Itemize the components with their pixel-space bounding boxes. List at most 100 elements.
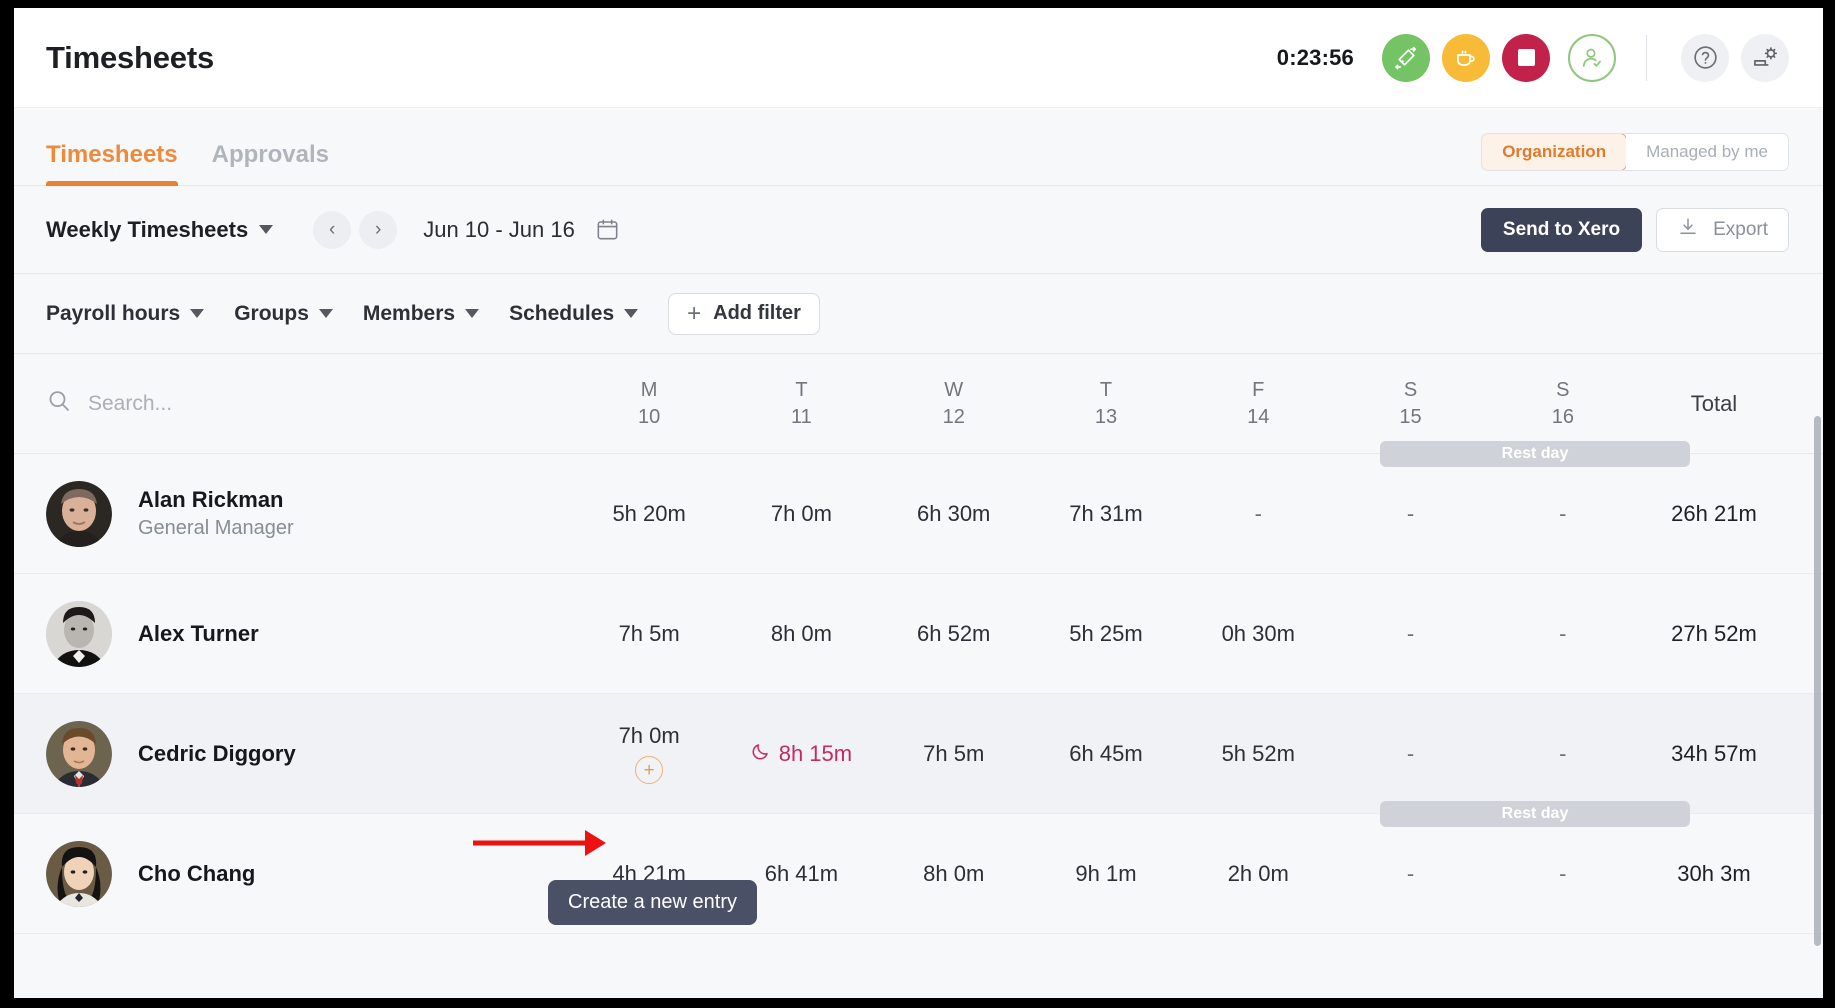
top-bar: Timesheets 0:23:56	[14, 8, 1823, 108]
day-hours[interactable]: -	[1487, 741, 1639, 767]
help-icon[interactable]	[1681, 33, 1729, 82]
user-check-icon[interactable]	[1568, 33, 1616, 82]
member-info: Cho Chang	[138, 859, 255, 889]
day-of-month: 16	[1551, 405, 1574, 428]
avatar	[46, 720, 112, 787]
day-hours[interactable]: 5h 25m	[1030, 621, 1182, 647]
send-to-xero-button[interactable]: Send to Xero	[1480, 207, 1643, 252]
day-hours-value: 7h 0m	[618, 723, 680, 748]
tab-list: Timesheets Approvals	[46, 141, 329, 186]
day-of-month: 15	[1399, 405, 1422, 428]
day-hours[interactable]: 7h 5m	[573, 621, 725, 647]
running-timer: 0:23:56	[1276, 44, 1354, 70]
day-hours[interactable]: -	[1487, 621, 1639, 647]
row-total: 27h 52m	[1671, 620, 1757, 646]
filter-label: Groups	[234, 301, 309, 325]
create-entry-button[interactable]: +	[635, 756, 664, 784]
day-of-month: 14	[1247, 405, 1270, 428]
controls-actions: Send to Xero Export	[1480, 207, 1789, 252]
create-entry-tooltip: Create a new entry	[548, 880, 757, 925]
day-hours[interactable]: -	[1334, 501, 1486, 527]
day-of-week: M	[640, 378, 658, 401]
view-select-label: Weekly Timesheets	[46, 216, 249, 242]
day-hours[interactable]: 7h 31m	[1030, 501, 1182, 527]
add-filter-button[interactable]: + Add filter	[668, 292, 820, 335]
switch-task-icon[interactable]	[1382, 33, 1430, 82]
member-info: Cedric Diggory	[138, 739, 296, 769]
row-total: 26h 21m	[1671, 500, 1757, 526]
day-of-week: T	[1099, 378, 1113, 401]
day-hours[interactable]: 2h 0m	[1182, 861, 1334, 887]
chevron-down-icon	[318, 309, 333, 318]
day-header-fri: F 14	[1182, 377, 1334, 431]
row-total: 30h 3m	[1677, 860, 1751, 886]
filter-members[interactable]: Members	[362, 301, 480, 326]
tab-approvals[interactable]: Approvals	[212, 141, 329, 185]
scope-option-managed-by-me[interactable]: Managed by me	[1626, 134, 1788, 170]
day-header-sun: S 16	[1487, 377, 1639, 431]
timesheets-app: Timesheets 0:23:56 Timesheets Approvals …	[14, 8, 1823, 998]
day-hours[interactable]: -	[1487, 501, 1639, 527]
day-hours-value: 8h 15m	[778, 740, 853, 766]
day-hours[interactable]: -	[1334, 741, 1486, 767]
member-name: Alan Rickman	[138, 486, 284, 512]
view-select[interactable]: Weekly Timesheets	[46, 216, 274, 243]
day-hours-with-add[interactable]: 7h 0m +	[573, 723, 725, 784]
filter-payroll-hours[interactable]: Payroll hours	[46, 301, 205, 326]
day-hours[interactable]: 0h 30m	[1182, 621, 1334, 647]
tab-timesheets[interactable]: Timesheets	[46, 141, 178, 186]
day-header-wed: W 12	[878, 377, 1030, 431]
date-range-label: Jun 10 - Jun 16	[423, 216, 575, 242]
filter-groups[interactable]: Groups	[234, 302, 333, 326]
day-hours[interactable]: 7h 5m	[878, 741, 1030, 767]
day-hours[interactable]: 9h 1m	[1030, 861, 1182, 887]
export-button[interactable]: Export	[1656, 207, 1789, 252]
day-hours[interactable]: -	[1487, 861, 1639, 887]
table-row[interactable]: Cedric Diggory 7h 0m + 8h 15m 7h 5m 6h 4…	[14, 694, 1823, 814]
rest-day-badge: Rest day	[1380, 441, 1690, 467]
table-row[interactable]: Rest day Alan Rickman General Manager 5h…	[14, 441, 1823, 574]
day-hours[interactable]: 5h 52m	[1182, 741, 1334, 767]
search-input[interactable]	[88, 391, 388, 416]
filter-schedules[interactable]: Schedules	[509, 301, 639, 326]
filter-label: Payroll hours	[46, 301, 181, 325]
day-hours[interactable]: 5h 20m	[573, 501, 725, 527]
member-name: Cedric Diggory	[138, 740, 296, 766]
export-label: Export	[1713, 218, 1768, 240]
prev-week-button[interactable]: ‹	[313, 210, 352, 249]
day-hours[interactable]: 8h 0m	[725, 621, 877, 647]
vertical-scrollbar[interactable]	[1814, 416, 1821, 946]
settings-icon[interactable]	[1741, 33, 1789, 82]
table-row[interactable]: Alex Turner 7h 5m 8h 0m 6h 52m 5h 25m 0h…	[14, 574, 1823, 694]
scope-toggle: Organization Managed by me	[1481, 133, 1789, 171]
day-of-month: 11	[791, 405, 812, 428]
day-header-tue: T 11	[725, 377, 877, 431]
scope-option-organization[interactable]: Organization	[1482, 134, 1628, 170]
day-of-week: S	[1403, 378, 1418, 401]
night-shift-icon	[751, 741, 770, 767]
search-cell	[46, 388, 573, 419]
day-hours[interactable]: 7h 0m	[725, 501, 877, 527]
screen: Timesheets 0:23:56 Timesheets Approvals …	[0, 0, 1835, 1008]
page-title: Timesheets	[46, 39, 215, 75]
next-week-button[interactable]: ›	[359, 210, 398, 249]
member-cell: Cho Chang	[46, 840, 573, 907]
row-total: 34h 57m	[1671, 740, 1757, 766]
day-hours[interactable]: 6h 30m	[878, 501, 1030, 527]
stop-icon[interactable]	[1502, 33, 1550, 82]
day-hours[interactable]: -	[1182, 501, 1334, 527]
day-hours[interactable]: -	[1334, 621, 1486, 647]
filter-row: Payroll hours Groups Members Schedules +…	[14, 274, 1823, 354]
calendar-icon[interactable]	[595, 217, 620, 242]
day-hours[interactable]: 6h 45m	[1030, 741, 1182, 767]
table-row[interactable]: Rest day Cho Chang 4h 21m 6h 41m 8h 0m 9…	[14, 801, 1823, 934]
filter-label: Schedules	[509, 301, 615, 325]
day-hours[interactable]: -	[1334, 861, 1486, 887]
day-hours[interactable]: 6h 52m	[878, 621, 1030, 647]
member-name: Cho Chang	[138, 860, 256, 886]
day-hours-night[interactable]: 8h 15m	[725, 741, 877, 767]
coffee-break-icon[interactable]	[1442, 33, 1490, 82]
day-of-week: T	[795, 378, 808, 401]
filter-label: Members	[362, 301, 456, 325]
day-hours[interactable]: 8h 0m	[878, 861, 1030, 887]
